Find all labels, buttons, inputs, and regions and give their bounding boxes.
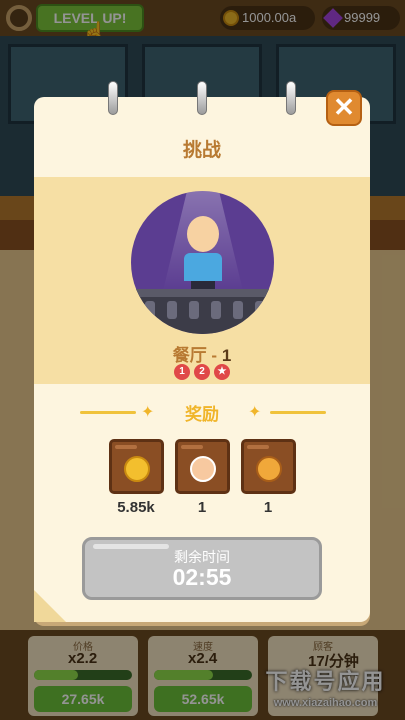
reward-value-chef: 1 (197, 499, 207, 516)
counter-post (255, 301, 265, 319)
counter-post (233, 301, 243, 319)
challenge-modal: ✕ 挑战 餐厅 - 1 1 2 ★ ✦ 奖励 ✦ 5.85k 1 1 剩余时间 … (34, 81, 370, 622)
binder-ring (197, 81, 207, 115)
binder-ring (286, 81, 296, 115)
slot-strip (181, 445, 203, 449)
counter-post (145, 301, 155, 319)
counter-post (189, 301, 199, 319)
stage-badge-1: 1 (174, 364, 190, 380)
slot-strip (115, 445, 137, 449)
timer-value: 02:55 (172, 564, 232, 590)
reward-value-coins: 5.85k (117, 499, 155, 516)
counter-post (167, 301, 177, 319)
restaurant-number: 1 (221, 346, 232, 365)
counter-rail (131, 289, 274, 297)
binder-ring (108, 81, 118, 115)
reward-slot-coins (109, 439, 164, 494)
chef-avatar (131, 191, 274, 334)
divider-line (270, 411, 326, 414)
star-icon: ✦ (248, 404, 262, 421)
reward-slot-burger (241, 439, 296, 494)
burger-icon (256, 456, 282, 482)
counter-post (211, 301, 221, 319)
gold-coin-icon (124, 456, 150, 482)
modal-title: 挑战 (182, 140, 221, 161)
timer-button[interactable]: 剩余时间 02:55 (82, 537, 322, 600)
challenge-banner: 餐厅 - 1 1 2 ★ (34, 177, 370, 384)
chef-icon (190, 456, 216, 482)
reward-slot-chef (175, 439, 230, 494)
close-button[interactable]: ✕ (326, 90, 362, 126)
stage-indicators: 1 2 ★ (174, 364, 230, 380)
stage-badge-star: ★ (214, 364, 230, 380)
reward-value-burger: 1 (263, 499, 273, 516)
stage-badge-2: 2 (194, 364, 210, 380)
reward-header: ✦ 奖励 ✦ (34, 400, 370, 424)
page-fold (34, 590, 66, 622)
slot-strip (247, 445, 269, 449)
restaurant-label: 餐厅 - 1 (34, 341, 370, 366)
counter (131, 289, 274, 334)
character-body (184, 253, 222, 281)
character-head (187, 216, 219, 252)
restaurant-label-text: 餐厅 - (172, 346, 222, 365)
